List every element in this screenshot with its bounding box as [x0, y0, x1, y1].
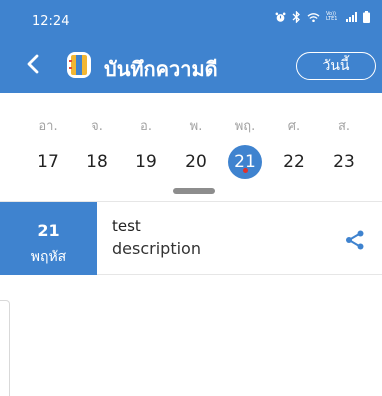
weekday-label: พฤ.	[234, 119, 256, 134]
event-description: description	[112, 239, 201, 258]
date-cell[interactable]: 18	[80, 145, 114, 179]
date-cell[interactable]: 19	[129, 145, 163, 179]
wifi-icon	[307, 12, 320, 22]
app-title: บันทึกความดี	[104, 57, 218, 81]
share-icon[interactable]	[344, 229, 366, 251]
volte-lte-icon: Vo)) LTE1	[326, 11, 338, 22]
week-calendar-strip: อา. จ. อ. พ. พฤ. ศ. ส. 17 18 19 20 21 22…	[0, 93, 382, 201]
event-list-item[interactable]: 21 พฤหัส test description	[0, 201, 382, 275]
partial-card	[0, 300, 10, 396]
event-date-badge: 21 พฤหัส	[0, 202, 97, 275]
notebook-logo-icon	[67, 52, 91, 78]
signal-icon	[346, 12, 357, 22]
weekday-label: อ.	[140, 119, 152, 134]
event-title: test	[112, 217, 141, 235]
event-date-day: พฤหัส	[30, 249, 67, 265]
weekday-label: ส.	[337, 119, 351, 134]
event-date-number: 21	[37, 221, 60, 240]
today-button-label: วันนี้	[322, 58, 350, 74]
weekday-label: จ.	[91, 119, 103, 134]
event-indicator-dot	[243, 168, 248, 173]
date-cell[interactable]: 22	[277, 145, 311, 179]
drag-handle[interactable]	[173, 188, 215, 194]
bluetooth-icon	[292, 11, 300, 23]
app-header: 12:24 Vo)) LTE1 บันทึกความดี วันนี้	[0, 0, 382, 93]
back-chevron-icon[interactable]	[22, 52, 46, 76]
weekday-label: อา.	[38, 119, 58, 134]
battery-icon	[363, 11, 370, 23]
today-button[interactable]: วันนี้	[296, 52, 376, 80]
status-icons: Vo)) LTE1	[275, 11, 370, 23]
status-time: 12:24	[32, 14, 70, 29]
date-cell-selected[interactable]: 21	[228, 145, 262, 179]
alarm-icon	[275, 12, 286, 22]
weekday-label: ศ.	[287, 119, 301, 134]
weekday-label: พ.	[189, 119, 203, 134]
date-cell[interactable]: 20	[179, 145, 213, 179]
date-cell[interactable]: 23	[327, 145, 361, 179]
date-cell[interactable]: 17	[31, 145, 65, 179]
